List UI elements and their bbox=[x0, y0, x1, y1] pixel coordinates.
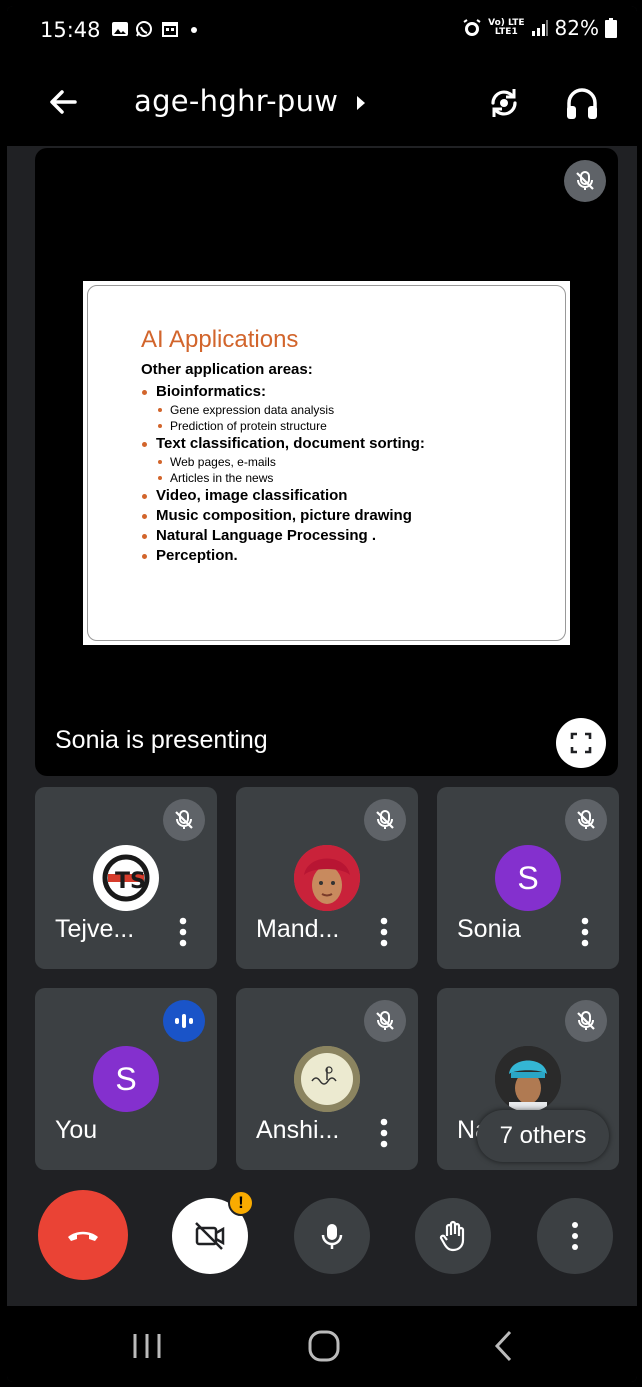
fullscreen-icon bbox=[570, 732, 592, 754]
profile-photo bbox=[495, 1046, 561, 1112]
camera-off-button[interactable]: ! bbox=[172, 1190, 254, 1274]
caret-right-icon[interactable] bbox=[356, 96, 366, 110]
system-navigation-bar bbox=[7, 1306, 637, 1382]
mic-off-icon bbox=[565, 1000, 607, 1042]
more-vert-icon[interactable] bbox=[179, 917, 187, 947]
mic-off-icon bbox=[163, 799, 205, 841]
speaking-indicator-icon bbox=[163, 1000, 205, 1042]
back-nav-icon[interactable] bbox=[485, 1326, 525, 1366]
others-chip[interactable]: 7 others bbox=[477, 1110, 609, 1162]
mic-off-icon bbox=[364, 799, 406, 841]
signal-icon bbox=[531, 20, 548, 36]
slide-title: AI Applications bbox=[141, 326, 299, 353]
more-options-button[interactable] bbox=[537, 1198, 613, 1274]
ts-logo-icon: TS bbox=[100, 852, 152, 904]
participant-tile[interactable]: S Sonia bbox=[437, 787, 619, 969]
avatar bbox=[495, 1046, 561, 1112]
microphone-icon bbox=[321, 1224, 343, 1249]
participant-name: Mand... bbox=[256, 915, 340, 943]
notification-dot bbox=[191, 27, 197, 33]
more-vert-icon[interactable] bbox=[380, 1118, 388, 1148]
profile-photo bbox=[294, 845, 360, 911]
more-vert-icon[interactable] bbox=[581, 917, 589, 947]
hang-up-icon bbox=[68, 1231, 98, 1241]
slide-subbullet: Prediction of protein structure bbox=[141, 418, 425, 434]
meeting-code[interactable]: age-hghr-puw bbox=[134, 84, 338, 118]
avatar: S bbox=[93, 1046, 159, 1112]
slide-bullet: Perception. bbox=[141, 546, 425, 566]
recent-apps-icon[interactable] bbox=[127, 1326, 167, 1366]
status-right: Vo) LTE LTE1 82% bbox=[462, 16, 617, 40]
presentation-area: AI Applications Other application areas:… bbox=[35, 148, 618, 776]
status-time: 15:48 bbox=[40, 18, 101, 42]
avatar bbox=[294, 845, 360, 911]
avatar bbox=[294, 1046, 360, 1112]
participant-tile[interactable]: Na 7 others bbox=[437, 988, 619, 1170]
slide-bullet: Text classification, document sorting: bbox=[141, 434, 425, 454]
raise-hand-button[interactable] bbox=[415, 1198, 491, 1274]
signature-photo bbox=[294, 1046, 360, 1112]
avatar: TS bbox=[93, 845, 159, 911]
battery-icon bbox=[605, 18, 617, 38]
calendar-icon bbox=[162, 22, 178, 37]
phone-screen: 15:48 Vo) LTE LTE1 82% age-hghr-puw AI A… bbox=[7, 6, 637, 1382]
whatsapp-icon bbox=[136, 21, 152, 37]
microphone-button[interactable] bbox=[294, 1198, 370, 1274]
fullscreen-button[interactable] bbox=[556, 718, 606, 768]
switch-camera-icon[interactable] bbox=[485, 84, 523, 122]
raise-hand-icon bbox=[439, 1220, 465, 1252]
slide-content: Other application areas: Bioinformatics:… bbox=[141, 361, 425, 566]
shared-slide: AI Applications Other application areas:… bbox=[83, 281, 570, 645]
mic-off-icon bbox=[364, 1000, 406, 1042]
participant-tile[interactable]: TS Tejve... bbox=[35, 787, 217, 969]
slide-subbullet: Articles in the news bbox=[141, 470, 425, 486]
gallery-icon bbox=[112, 22, 128, 36]
slide-subbullet: Web pages, e-mails bbox=[141, 454, 425, 470]
mic-off-icon bbox=[565, 799, 607, 841]
participant-name: Sonia bbox=[457, 915, 521, 943]
presenter-mic-off-icon bbox=[564, 160, 606, 202]
slide-bullet: Music composition, picture drawing bbox=[141, 506, 425, 526]
battery-percent: 82% bbox=[554, 16, 599, 40]
participant-tile[interactable]: Anshi... bbox=[236, 988, 418, 1170]
participant-name: Anshi... bbox=[256, 1116, 340, 1144]
camera-off-icon bbox=[195, 1222, 225, 1250]
participant-tile-self[interactable]: S You bbox=[35, 988, 217, 1170]
headphones-icon[interactable] bbox=[563, 84, 601, 122]
more-vert-icon[interactable] bbox=[380, 917, 388, 947]
warning-badge-icon: ! bbox=[228, 1190, 254, 1216]
slide-bullet: Natural Language Processing . bbox=[141, 526, 425, 546]
status-bar: 15:48 Vo) LTE LTE1 82% bbox=[7, 6, 637, 54]
slide-bullet: Video, image classification bbox=[141, 486, 425, 506]
alarm-icon bbox=[463, 19, 481, 36]
participant-name: Tejve... bbox=[55, 915, 135, 943]
meeting-header: age-hghr-puw bbox=[7, 54, 637, 146]
slide-intro: Other application areas: bbox=[141, 361, 313, 378]
participant-tile[interactable]: Mand... bbox=[236, 787, 418, 969]
home-icon[interactable] bbox=[304, 1326, 344, 1366]
slide-subbullet: Gene expression data analysis bbox=[141, 402, 425, 418]
presenting-label: Sonia is presenting bbox=[55, 726, 268, 754]
network-type: Vo) LTE LTE1 bbox=[488, 18, 525, 37]
more-vert-icon bbox=[572, 1222, 578, 1250]
end-call-button[interactable] bbox=[38, 1190, 128, 1280]
avatar: S bbox=[495, 845, 561, 911]
slide-bullet: Bioinformatics: bbox=[141, 382, 425, 402]
participant-name: You bbox=[55, 1116, 98, 1144]
back-arrow-icon[interactable] bbox=[45, 84, 81, 120]
svg-text:TS: TS bbox=[115, 869, 146, 894]
